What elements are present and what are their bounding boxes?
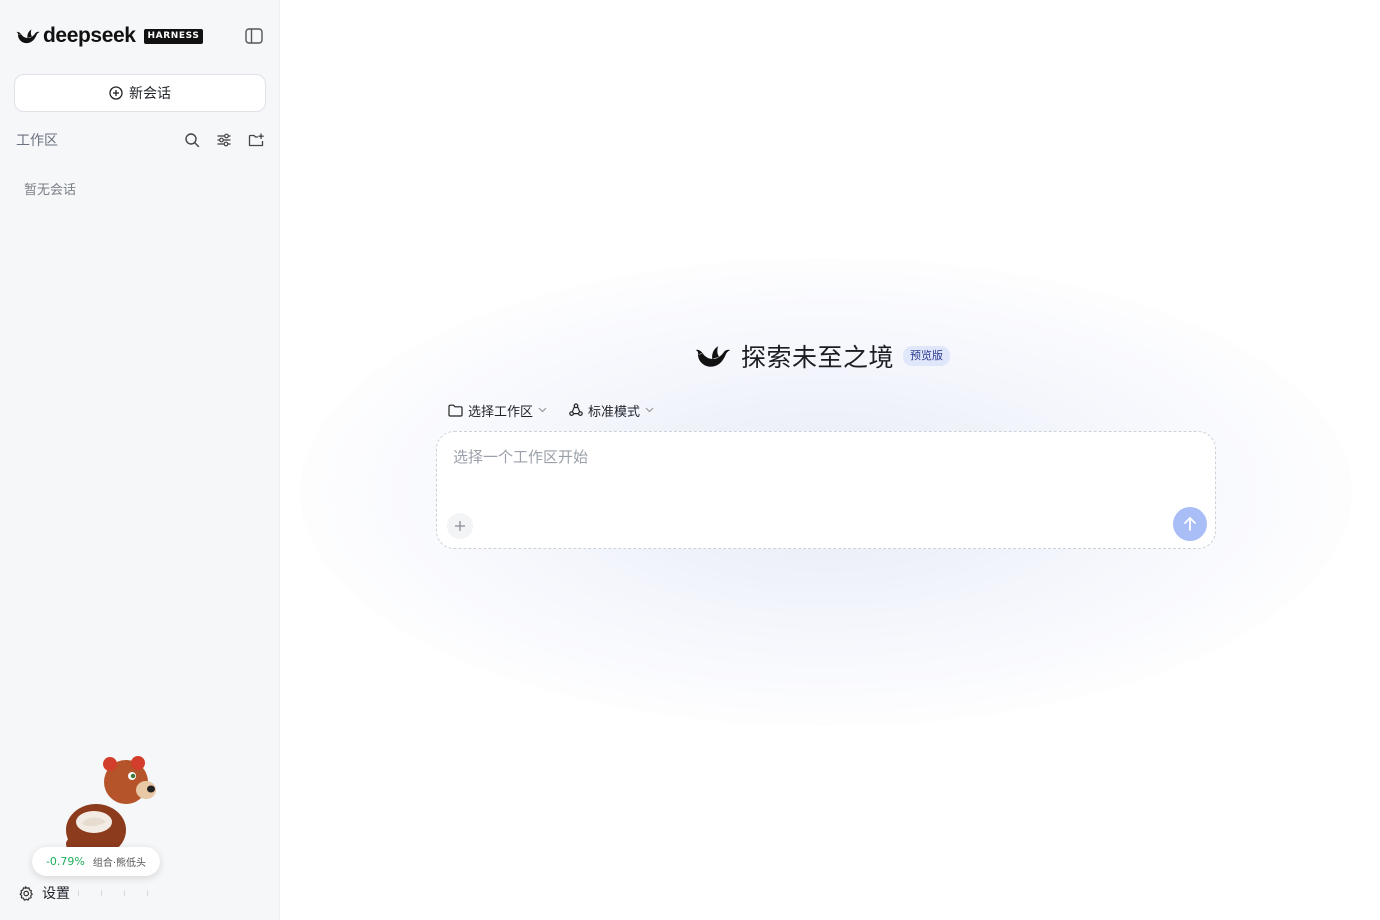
decorative-ticks bbox=[78, 890, 148, 896]
bear-mascot-icon bbox=[66, 756, 156, 852]
filter-button[interactable] bbox=[214, 130, 234, 150]
plus-circle-icon bbox=[109, 86, 123, 100]
mode-select-label: 标准模式 bbox=[588, 404, 641, 420]
composer-selectors: 选择工作区 标准模式 bbox=[448, 399, 654, 421]
workspace-label: 工作区 bbox=[16, 133, 58, 149]
workspace-tools bbox=[182, 130, 266, 150]
brand-tag: HARNESS bbox=[143, 28, 204, 44]
arrow-up-icon bbox=[1184, 517, 1196, 531]
chevron-down-icon bbox=[645, 407, 654, 413]
folder-icon bbox=[448, 404, 463, 417]
attach-button[interactable] bbox=[447, 513, 473, 539]
hero-header: 探索未至之境 预览版 bbox=[695, 336, 951, 376]
new-folder-icon bbox=[248, 133, 264, 147]
search-icon bbox=[185, 133, 200, 148]
empty-conversations-text: 暂无会话 bbox=[24, 183, 77, 198]
page-title: 探索未至之境 bbox=[741, 343, 895, 372]
preview-badge: 预览版 bbox=[903, 346, 951, 366]
send-button[interactable] bbox=[1173, 507, 1207, 541]
workspace-select[interactable]: 选择工作区 bbox=[448, 401, 547, 420]
new-chat-label: 新会话 bbox=[129, 86, 171, 102]
workspace-select-label: 选择工作区 bbox=[468, 404, 534, 420]
brand: deepseek HARNESS bbox=[16, 24, 204, 48]
mode-icon bbox=[569, 403, 583, 417]
filter-icon bbox=[217, 133, 231, 147]
gear-icon bbox=[19, 885, 33, 901]
workspace-header: 工作区 bbox=[16, 128, 266, 152]
app: deepseek HARNESS 新会话 工作区 暂无会话 -0.79% 组合·… bbox=[0, 0, 1380, 920]
settings-button[interactable]: 设置 bbox=[17, 882, 70, 904]
stock-change: -0.79% bbox=[45, 855, 85, 868]
brand-wordmark: deepseek bbox=[43, 24, 136, 47]
sidebar-toggle-icon bbox=[245, 28, 263, 44]
new-folder-button[interactable] bbox=[246, 130, 266, 150]
chevron-down-icon bbox=[538, 407, 547, 413]
message-input[interactable] bbox=[453, 446, 1193, 506]
whale-logo-icon bbox=[16, 29, 40, 44]
stock-name: 组合·熊低头 bbox=[92, 858, 147, 869]
stock-ticker[interactable]: -0.79% 组合·熊低头 bbox=[32, 847, 160, 876]
sidebar-toggle-button[interactable] bbox=[243, 26, 265, 46]
mode-select[interactable]: 标准模式 bbox=[569, 401, 654, 420]
settings-label: 设置 bbox=[42, 886, 70, 902]
new-chat-button[interactable]: 新会话 bbox=[14, 74, 266, 112]
whale-logo-icon bbox=[695, 346, 731, 367]
plus-icon bbox=[455, 521, 465, 531]
chat-composer bbox=[436, 431, 1216, 549]
sidebar: deepseek HARNESS 新会话 工作区 暂无会话 -0.79% 组合·… bbox=[0, 0, 280, 920]
search-button[interactable] bbox=[182, 130, 202, 150]
